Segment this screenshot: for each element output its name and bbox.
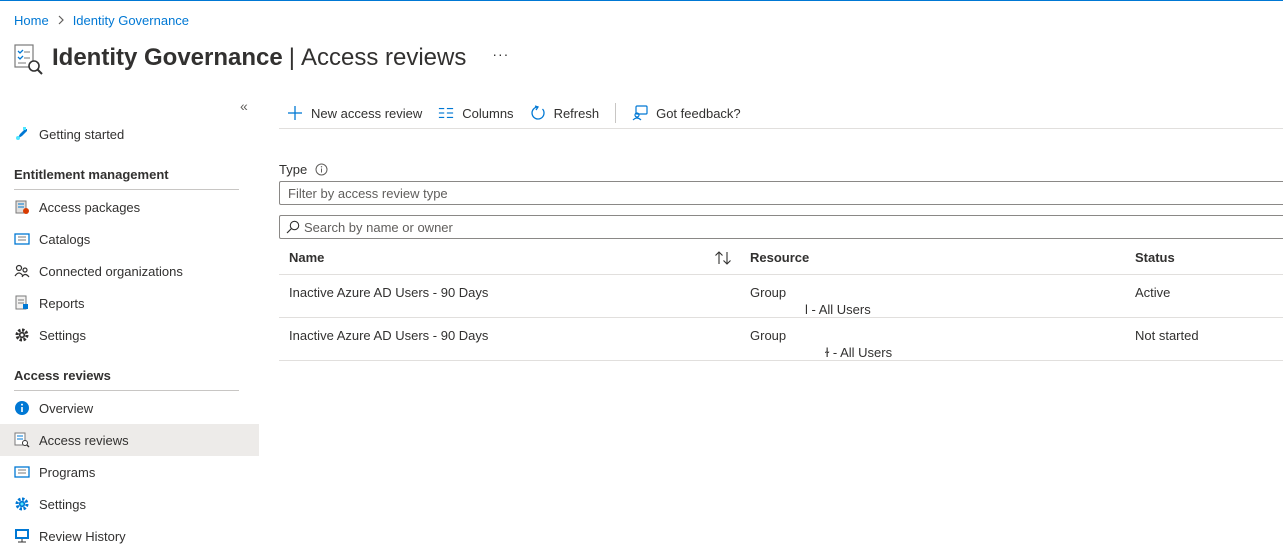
- search-box[interactable]: [279, 215, 1283, 239]
- columns-icon: [438, 105, 454, 121]
- command-bar: New access review Columns Refresh Got fe…: [279, 98, 1283, 128]
- access-review-icon: [14, 432, 30, 448]
- catalog-icon: [14, 231, 30, 247]
- column-header-status[interactable]: Status: [1135, 250, 1175, 265]
- sidebar-item-label: Reports: [39, 295, 85, 311]
- access-review-page-icon: [12, 40, 44, 76]
- sidebar-item-label: Review History: [39, 528, 126, 544]
- people-icon: [14, 263, 30, 279]
- toolbar-divider-line: [279, 128, 1283, 129]
- plus-icon: [287, 105, 303, 121]
- table-header: Name Resource Status: [279, 241, 1283, 275]
- sidebar-item-label: Overview: [39, 400, 94, 416]
- row-status: Not started: [1135, 328, 1199, 343]
- row-resource-detail: l - All Users: [805, 302, 871, 317]
- search-input[interactable]: [304, 219, 1204, 235]
- breadcrumb-home[interactable]: Home: [14, 13, 49, 28]
- section-entitlement-management: Entitlement management: [14, 167, 169, 182]
- package-icon: [14, 199, 30, 215]
- page-title-main: Identity Governance: [52, 44, 283, 71]
- sidebar-item-label: Settings: [39, 496, 86, 512]
- sidebar-item-access-packages[interactable]: Access packages: [0, 191, 259, 223]
- type-filter-label: Type: [279, 162, 328, 177]
- sidebar-item-getting-started[interactable]: Getting started: [0, 118, 259, 150]
- columns-button[interactable]: Columns: [430, 99, 521, 127]
- type-label-text: Type: [279, 162, 308, 177]
- section-access-reviews: Access reviews: [14, 368, 111, 383]
- sidebar-item-label: Getting started: [39, 126, 125, 142]
- feedback-icon: [632, 105, 648, 121]
- sidebar-item-review-history[interactable]: Review History: [0, 520, 259, 552]
- collapse-sidebar-button[interactable]: «: [240, 98, 248, 114]
- sidebar-item-label: Settings: [39, 327, 86, 343]
- sidebar-item-label: Catalogs: [39, 231, 91, 247]
- section-divider: [14, 189, 239, 190]
- page-header: Identity Governance | Access reviews ···: [12, 38, 509, 78]
- gear-icon: [14, 327, 30, 343]
- sidebar-item-programs[interactable]: Programs: [0, 456, 259, 488]
- row-status: Active: [1135, 285, 1171, 300]
- refresh-button[interactable]: Refresh: [522, 99, 608, 127]
- sidebar-item-reports[interactable]: Reports: [0, 287, 259, 319]
- type-filter-placeholder: Filter by access review type: [288, 185, 448, 201]
- programs-icon: [14, 464, 30, 480]
- info-icon: [14, 400, 30, 416]
- column-header-name[interactable]: Name: [289, 250, 324, 265]
- row-resource: Group: [750, 285, 787, 300]
- rocket-icon: [14, 126, 30, 142]
- breadcrumb: Home Identity Governance: [14, 11, 189, 29]
- sidebar-item-label: Programs: [39, 464, 96, 480]
- sidebar-item-label: Access reviews: [39, 432, 129, 448]
- sidebar-item-access-reviews[interactable]: Access reviews: [0, 424, 259, 456]
- row-resource-detail: ɫ - All Users: [825, 345, 893, 360]
- top-accent-line: [0, 0, 1283, 1]
- table-row[interactable]: Inactive Azure AD Users - 90 Days Group …: [279, 318, 1283, 361]
- new-access-review-button[interactable]: New access review: [279, 99, 430, 127]
- sidebar-item-label: Access packages: [39, 199, 141, 215]
- refresh-icon: [530, 105, 546, 121]
- columns-label: Columns: [462, 105, 514, 121]
- more-options-button[interactable]: ···: [492, 46, 509, 62]
- sidebar-item-label: Connected organizations: [39, 263, 183, 279]
- breadcrumb-identity-governance[interactable]: Identity Governance: [73, 13, 189, 28]
- column-header-resource[interactable]: Resource: [750, 250, 809, 265]
- row-resource: Group: [750, 328, 787, 343]
- sort-icon[interactable]: [714, 251, 732, 265]
- sidebar-item-connected-organizations[interactable]: Connected organizations: [0, 255, 259, 287]
- chevron-right-icon: [57, 15, 65, 25]
- report-icon: [14, 295, 30, 311]
- refresh-label: Refresh: [553, 105, 600, 121]
- row-name[interactable]: Inactive Azure AD Users - 90 Days: [289, 285, 488, 300]
- gear-icon: [14, 496, 30, 512]
- sidebar-item-access-review-settings[interactable]: Settings: [0, 488, 259, 520]
- feedback-button[interactable]: Got feedback?: [624, 99, 749, 127]
- page-title: Identity Governance | Access reviews: [52, 44, 466, 72]
- sidebar-item-overview[interactable]: Overview: [0, 392, 259, 424]
- access-reviews-table: Name Resource Status Inactive Azure AD U…: [279, 241, 1283, 361]
- feedback-label: Got feedback?: [656, 105, 741, 121]
- info-outline-icon[interactable]: [315, 163, 328, 176]
- type-filter-dropdown[interactable]: Filter by access review type: [279, 181, 1283, 205]
- history-icon: [14, 528, 30, 544]
- row-name[interactable]: Inactive Azure AD Users - 90 Days: [289, 328, 488, 343]
- page-title-sub: Access reviews: [300, 44, 467, 71]
- table-row[interactable]: Inactive Azure AD Users - 90 Days Group …: [279, 275, 1283, 318]
- new-access-review-label: New access review: [311, 105, 423, 121]
- sidebar-item-catalogs[interactable]: Catalogs: [0, 223, 259, 255]
- search-icon: [286, 220, 300, 234]
- toolbar-divider: [615, 103, 617, 123]
- sidebar-item-entitlement-settings[interactable]: Settings: [0, 319, 259, 351]
- title-divider: |: [288, 44, 295, 71]
- section-divider: [14, 390, 239, 391]
- sidebar: « Getting started Entitlement management…: [0, 92, 259, 554]
